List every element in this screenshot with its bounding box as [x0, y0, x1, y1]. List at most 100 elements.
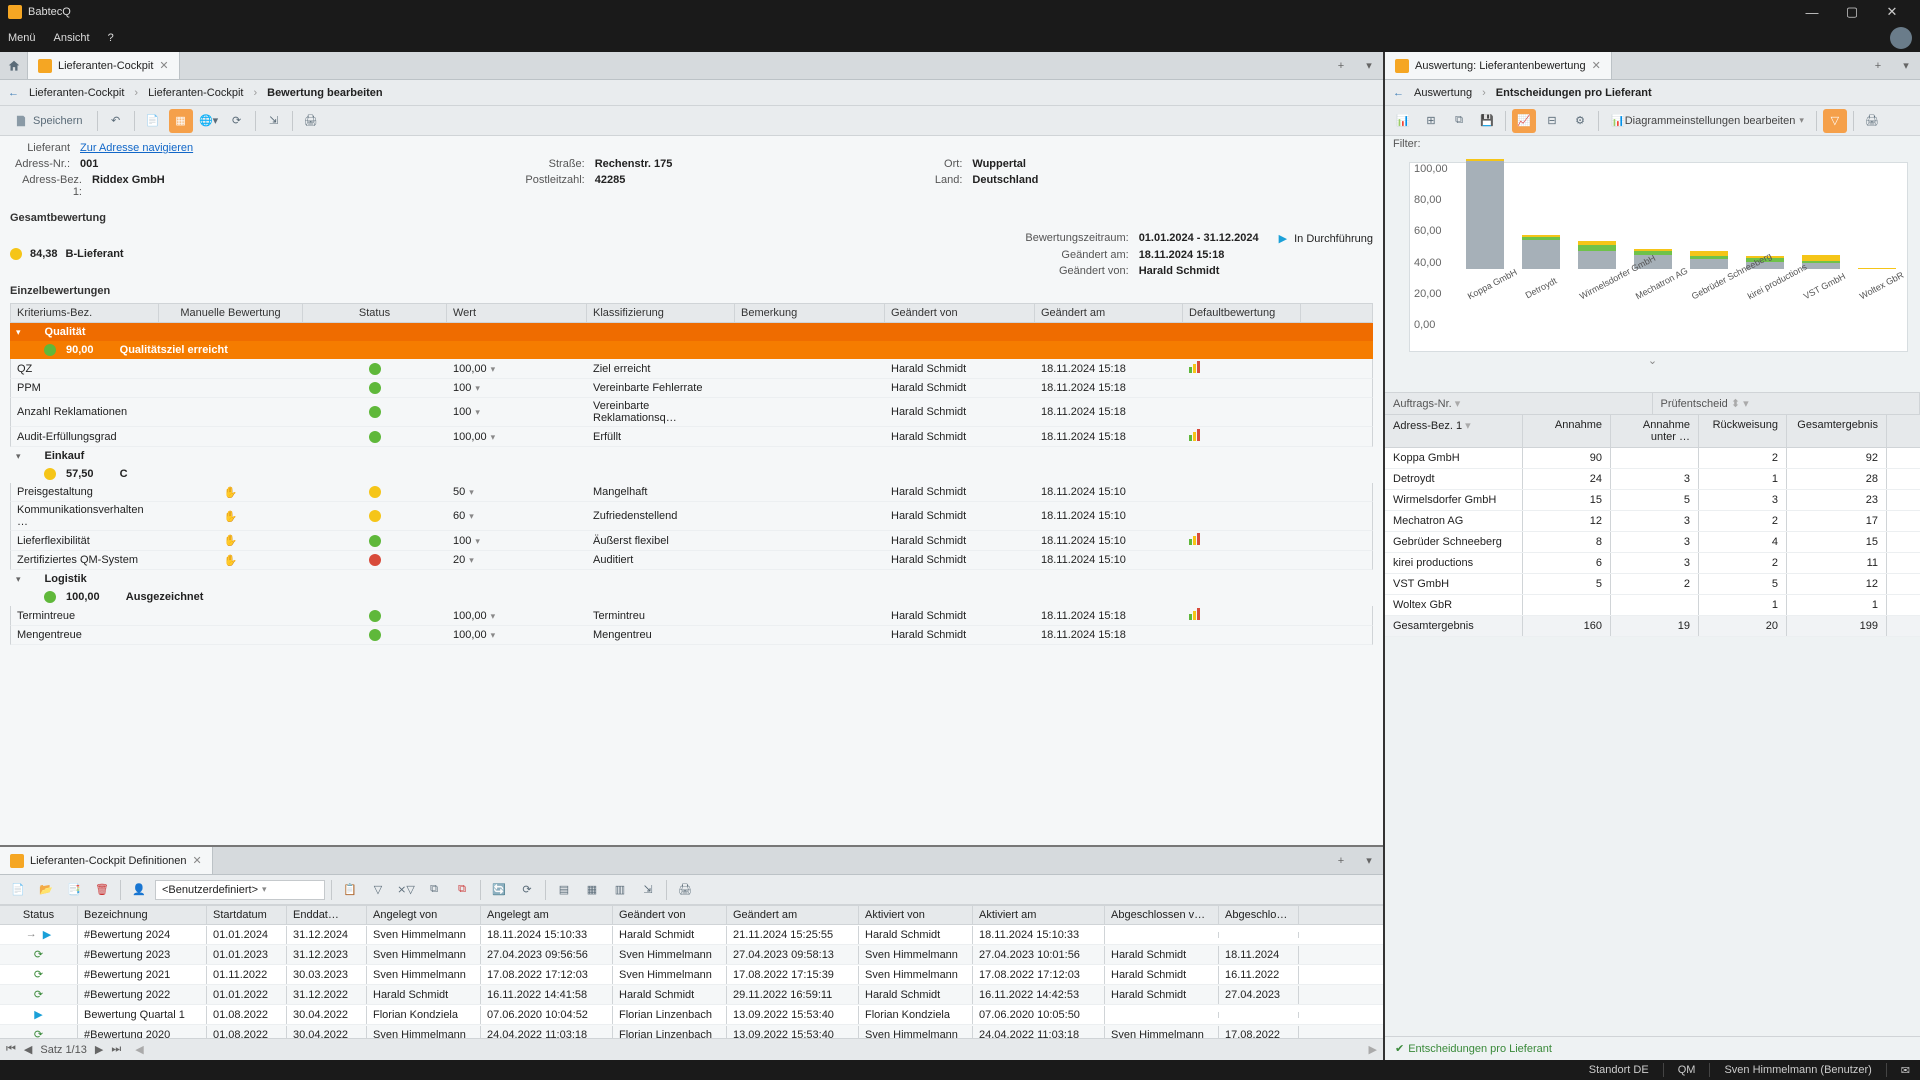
add-tab-button[interactable]: + [1864, 60, 1892, 72]
view-toggle-button[interactable]: ▦ [169, 109, 193, 133]
home-tab[interactable] [0, 52, 28, 79]
chart4-button[interactable]: 💾 [1475, 109, 1499, 133]
col-adressbez[interactable]: Adress-Bez. 1 ▾ [1385, 415, 1523, 447]
chart-bar[interactable]: Wirmelsdorfer GmbH [1578, 149, 1616, 293]
navigate-address-link[interactable]: Zur Adresse navigieren [80, 142, 193, 154]
pager-prev[interactable]: ◀ [24, 1043, 32, 1056]
table-row[interactable]: Zertifiziertes QM-System ✋ 20▾ Auditiert… [10, 551, 1373, 570]
group-header[interactable]: ▾Logistik [10, 570, 1373, 588]
table-row[interactable]: Woltex GbR 1 1 [1385, 595, 1920, 616]
table-row[interactable]: Koppa GmbH 90 2 92 [1385, 448, 1920, 469]
mail-icon[interactable]: ✉ [1901, 1064, 1910, 1077]
tab-menu-button[interactable]: ▾ [1355, 59, 1383, 72]
maximize-button[interactable]: ▢ [1832, 4, 1872, 20]
add-tab-button[interactable]: + [1327, 60, 1355, 72]
group-header[interactable]: ▾Qualität [10, 323, 1373, 341]
layout1-button[interactable]: ▤ [552, 878, 576, 902]
chart1-button[interactable]: 📊 [1391, 109, 1415, 133]
col-klass[interactable]: Klassifizierung [587, 304, 735, 322]
close-icon[interactable]: ✕ [193, 854, 202, 867]
new-button[interactable]: 📄 [6, 878, 30, 902]
print3-button[interactable]: 🖨 [1860, 109, 1884, 133]
copy-button[interactable]: 📑 [62, 878, 86, 902]
chart-bar[interactable]: Gebrüder Schneeberg [1690, 149, 1728, 293]
col-angelegt-von[interactable]: Angelegt von [367, 906, 481, 924]
col-abgeschlossen-von[interactable]: Abgeschlossen v… [1105, 906, 1219, 924]
chart3-button[interactable]: ⧉ [1447, 109, 1471, 133]
chart-bar[interactable]: Koppa GmbH [1466, 149, 1504, 293]
group-button[interactable]: ⧉ [422, 878, 446, 902]
export-button[interactable]: ⇲ [262, 109, 286, 133]
table-row[interactable]: Gesamtergebnis 160 19 20 199 [1385, 616, 1920, 637]
new-button[interactable]: 📄 [141, 109, 165, 133]
col-gesamt[interactable]: Gesamtergebnis [1787, 415, 1887, 447]
diagram-settings-dropdown[interactable]: 📊 Diagrammeinstellungen bearbeiten▾ [1605, 109, 1810, 133]
col-manuell[interactable]: Manuelle Bewertung [159, 304, 303, 322]
open-button[interactable]: 📂 [34, 878, 58, 902]
print2-button[interactable]: 🖨 [673, 878, 697, 902]
back-button[interactable]: ← [8, 87, 19, 99]
delete-button[interactable]: 🗑 [90, 878, 114, 902]
col-aktiviert-am[interactable]: Aktiviert am [973, 906, 1105, 924]
ungroup-button[interactable]: ⧉ [450, 878, 474, 902]
col-annahme[interactable]: Annahme [1523, 415, 1611, 447]
col-status[interactable]: Status [303, 304, 447, 322]
refresh-button[interactable]: ⟳ [225, 109, 249, 133]
pager-first[interactable]: ⏮ [6, 1043, 16, 1056]
col-aktiviert-von[interactable]: Aktiviert von [859, 906, 973, 924]
reload-button[interactable]: 🔄 [487, 878, 511, 902]
col-angelegt-am[interactable]: Angelegt am [481, 906, 613, 924]
chart-bar[interactable]: VST GmbH [1802, 149, 1840, 293]
table-row[interactable]: kirei productions 6 3 2 11 [1385, 553, 1920, 574]
settings-button[interactable]: ⚙ [1568, 109, 1592, 133]
layout2-button[interactable]: ▦ [580, 878, 604, 902]
col-bemerkung[interactable]: Bemerkung [735, 304, 885, 322]
chart-bar[interactable]: Mechatron AG [1634, 149, 1672, 293]
user-filter-icon[interactable]: 👤 [127, 878, 151, 902]
col-geaendert-am[interactable]: Geändert am [727, 906, 859, 924]
page-button[interactable]: 📋 [338, 878, 362, 902]
col-kriterium[interactable]: Kriteriums-Bez. [11, 304, 159, 322]
table-row[interactable]: QZ 100,00▾ Ziel erreicht Harald Schmidt … [10, 359, 1373, 379]
chart-collapse-icon[interactable]: ⌄ [1397, 354, 1908, 367]
table-row[interactable]: PPM 100▾ Vereinbarte Fehlerrate Harald S… [10, 379, 1373, 398]
back-button[interactable]: ← [1393, 87, 1404, 99]
table-row[interactable]: Mengentreue 100,00▾ Mengentreu Harald Sc… [10, 626, 1373, 645]
minimize-button[interactable]: — [1792, 5, 1832, 20]
breadcrumb-item[interactable]: Auswertung [1414, 87, 1472, 99]
col-geaendert-von[interactable]: Geändert von [613, 906, 727, 924]
bar-chart[interactable]: 100,0080,0060,0040,0020,000,00 Koppa Gmb… [1409, 162, 1908, 352]
pager-next[interactable]: ▶ [95, 1043, 103, 1056]
table-row[interactable]: Detroydt 24 3 1 28 [1385, 469, 1920, 490]
close-icon[interactable]: ✕ [1592, 59, 1601, 72]
chart-bar[interactable]: kirei productions [1746, 149, 1784, 293]
table-row[interactable]: ▶ Bewertung Quartal 1 01.08.2022 30.04.2… [0, 1005, 1383, 1025]
table-row[interactable]: →▶ #Bewertung 2024 01.01.2024 31.12.2024… [0, 925, 1383, 945]
table-row[interactable]: ⟳ #Bewertung 2023 01.01.2023 31.12.2023 … [0, 945, 1383, 965]
layout3-button[interactable]: ▥ [608, 878, 632, 902]
table-row[interactable]: ⟳ #Bewertung 2022 01.01.2022 31.12.2022 … [0, 985, 1383, 1005]
table-row[interactable]: Preisgestaltung ✋ 50▾ Mangelhaft Harald … [10, 483, 1373, 502]
pager-last[interactable]: ⏭ [111, 1043, 121, 1056]
export2-button[interactable]: ⇲ [636, 878, 660, 902]
undo-button[interactable]: ↶ [104, 109, 128, 133]
clear-filter-button[interactable]: ⨯▽ [394, 878, 418, 902]
table-row[interactable]: Wirmelsdorfer GmbH 15 5 3 23 [1385, 490, 1920, 511]
menu-menu[interactable]: Menü [8, 32, 36, 44]
col-default[interactable]: Defaultbewertung [1183, 304, 1301, 322]
filter-toggle-button[interactable]: ▽ [1823, 109, 1847, 133]
menu-help[interactable]: ? [108, 32, 114, 44]
table-row[interactable]: Mechatron AG 12 3 2 17 [1385, 511, 1920, 532]
table-row[interactable]: VST GmbH 5 2 5 12 [1385, 574, 1920, 595]
breadcrumb-item[interactable]: Lieferanten-Cockpit [148, 87, 243, 99]
table-row[interactable]: Anzahl Reklamationen 100▾ Vereinbarte Re… [10, 398, 1373, 427]
pruefentscheid-filter[interactable]: Prüfentscheid ⬍ ▾ [1653, 393, 1920, 414]
col-wert[interactable]: Wert [447, 304, 587, 322]
chart-bar[interactable]: Woltex GbR [1858, 149, 1896, 293]
group-header[interactable]: ▾Einkauf [10, 447, 1373, 465]
tab-lieferanten-cockpit[interactable]: Lieferanten-Cockpit ✕ [28, 52, 180, 79]
auftrags-filter[interactable]: Auftrags-Nr. ▾ [1385, 393, 1653, 414]
tab-definitionen[interactable]: Lieferanten-Cockpit Definitionen ✕ [0, 847, 213, 874]
col-rueckweisung[interactable]: Rückweisung [1699, 415, 1787, 447]
tab-menu-button[interactable]: ▾ [1355, 854, 1383, 867]
